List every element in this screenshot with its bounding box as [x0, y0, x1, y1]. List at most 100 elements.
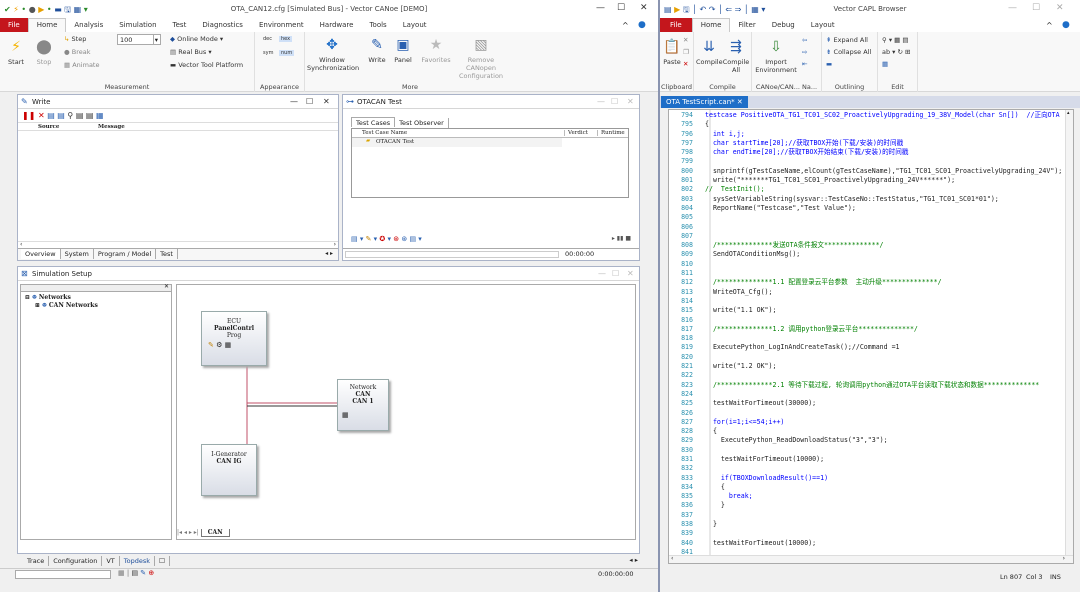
- code-line[interactable]: 795 {: [669, 120, 1065, 129]
- code-line[interactable]: 835 break;: [669, 492, 1065, 501]
- start-button[interactable]: ⚡ Start: [4, 38, 28, 66]
- code-line[interactable]: 823 /**************2.1 等待下载过程, 轮询调用pytho…: [669, 381, 1065, 390]
- otacan-maximize-icon[interactable]: ☐: [611, 95, 618, 109]
- code-line[interactable]: 840 testWaitForTimeout(10000);: [669, 539, 1065, 548]
- tab-diagnostics[interactable]: Diagnostics: [194, 18, 251, 32]
- outline-misc-icon[interactable]: ▬: [826, 60, 832, 68]
- import-env-button[interactable]: ⇩ Import Environment: [754, 38, 798, 74]
- delete-icon[interactable]: ✕: [683, 60, 688, 68]
- code-line[interactable]: 832: [669, 464, 1065, 473]
- minimize-icon[interactable]: —: [596, 3, 605, 13]
- collapse-all-button[interactable]: ⇟ Collapse All: [826, 48, 871, 56]
- splitter[interactable]: [658, 0, 660, 592]
- replace-button[interactable]: ab ▾ ↻ ⊞: [882, 48, 910, 56]
- capl-close-icon[interactable]: ✕: [1056, 3, 1064, 13]
- tree-close-icon[interactable]: ✕: [164, 283, 169, 290]
- capl-tab-filter[interactable]: Filter: [730, 18, 763, 32]
- tab-hardware[interactable]: Hardware: [312, 18, 362, 32]
- code-line[interactable]: 818: [669, 334, 1065, 343]
- window-sync-button[interactable]: ✥ Window Synchronization: [307, 36, 359, 72]
- tab-overview[interactable]: Overview: [21, 249, 61, 259]
- write-minimize-icon[interactable]: —: [290, 95, 298, 109]
- compile-all-button[interactable]: ⇶ Compile All: [722, 38, 750, 74]
- code-line[interactable]: 824: [669, 390, 1065, 399]
- favorites-button[interactable]: ★ Favorites: [419, 36, 453, 64]
- code-line[interactable]: 825 testWaitForTimeout(30000);: [669, 399, 1065, 408]
- stop-button[interactable]: ⬤ Stop: [32, 38, 56, 66]
- write-close-icon[interactable]: ✕: [323, 95, 330, 109]
- nav-mid-icon[interactable]: ⇨: [802, 48, 807, 56]
- col-verdict[interactable]: Verdict: [564, 130, 588, 136]
- code-line[interactable]: 806: [669, 223, 1065, 232]
- capl-tab-home[interactable]: Home: [691, 18, 731, 32]
- tab-analysis[interactable]: Analysis: [66, 18, 111, 32]
- sim-minimize-icon[interactable]: —: [598, 267, 606, 281]
- hex-button[interactable]: hex: [279, 36, 293, 42]
- tree-can-networks[interactable]: ⊞ ꔮ CAN Networks: [21, 302, 171, 310]
- code-line[interactable]: 829 ExecutePython_ReadDownloadStatus("3"…: [669, 436, 1065, 445]
- code-line[interactable]: 837: [669, 511, 1065, 520]
- vscroll[interactable]: ▴: [1065, 110, 1073, 556]
- code-line[interactable]: 828 {: [669, 427, 1065, 436]
- dec-button[interactable]: dec: [263, 36, 272, 42]
- code-line[interactable]: 834 {: [669, 483, 1065, 492]
- code-line[interactable]: 830: [669, 446, 1065, 455]
- tab-new-icon[interactable]: ☐: [155, 556, 170, 566]
- code-line[interactable]: 812 /**************1.1 配置登录云平台参数 主动升级***…: [669, 278, 1065, 287]
- code-line[interactable]: 817 /**************1.2 调用python登录云平台****…: [669, 325, 1065, 334]
- code-line[interactable]: 815 write("1.1 OK");: [669, 306, 1065, 315]
- ecu-block[interactable]: ECU PanelContrl Prog ✎ ⚙ ▦: [201, 311, 267, 366]
- code-line[interactable]: 826: [669, 409, 1065, 418]
- col-test-case-name[interactable]: Test Case Name: [362, 130, 407, 136]
- tab-simulation[interactable]: Simulation: [111, 18, 164, 32]
- tab-test[interactable]: Test: [165, 18, 195, 32]
- nav-back-icon[interactable]: ⇤: [802, 60, 807, 68]
- nav-forward-icon[interactable]: ⇦: [802, 36, 807, 44]
- capl-ribbon-collapse-icon[interactable]: ^: [1046, 21, 1053, 30]
- tab-layout[interactable]: Layout: [395, 18, 435, 32]
- code-editor[interactable]: 794 testcase PositiveOTA_TG1_TC01_SC02_Pr…: [668, 109, 1074, 564]
- write-button[interactable]: ✎ Write: [365, 36, 389, 64]
- code-line[interactable]: 821 write("1.2 OK");: [669, 362, 1065, 371]
- real-bus-button[interactable]: ▤ Real Bus ▾: [170, 48, 212, 56]
- remove-canopen-button[interactable]: ▧ Remove CANopen Configuration: [453, 36, 509, 80]
- copy-icon[interactable]: ❐: [683, 48, 689, 56]
- code-line[interactable]: 814: [669, 297, 1065, 306]
- otacan-nav[interactable]: ▸ ▮▮ ■: [612, 235, 631, 242]
- write-hscroll[interactable]: ‹ ›: [18, 241, 338, 248]
- col-source[interactable]: Source: [38, 124, 59, 130]
- pencil-icon[interactable]: ✎: [208, 341, 214, 349]
- tree-networks[interactable]: ⊟ ꔮ Networks: [21, 294, 171, 302]
- ribbon-collapse-icon[interactable]: ^: [622, 21, 629, 30]
- code-line[interactable]: 800 snprintf(gTestCaseName,elCount(gTest…: [669, 167, 1065, 176]
- code-line[interactable]: 813 WriteOTA_Cfg();: [669, 288, 1065, 297]
- tab-topdesk[interactable]: Topdesk: [120, 556, 156, 566]
- code-line[interactable]: 839: [669, 529, 1065, 538]
- code-line[interactable]: 822: [669, 371, 1065, 380]
- capl-help-icon[interactable]: ●: [1062, 20, 1070, 30]
- maximize-icon[interactable]: ☐: [617, 3, 625, 13]
- code-line[interactable]: 836 }: [669, 501, 1065, 510]
- status-input[interactable]: [15, 570, 111, 579]
- file-tab[interactable]: OTA TestScript.can* ✕: [661, 96, 748, 108]
- vector-tool-platform-button[interactable]: ▬ Vector Tool Platform: [170, 61, 243, 69]
- capl-minimize-icon[interactable]: —: [1008, 3, 1017, 13]
- code-line[interactable]: 831 testWaitForTimeout(10000);: [669, 455, 1065, 464]
- tab-configuration[interactable]: Configuration: [49, 556, 103, 566]
- step-button[interactable]: ↳ Step: [64, 35, 86, 43]
- bottom-tab-scroll[interactable]: ◂ ▸: [629, 556, 638, 564]
- capl-tab-debug[interactable]: Debug: [764, 18, 803, 32]
- file-tab-close-icon[interactable]: ✕: [737, 98, 743, 106]
- save-icon[interactable]: ▤ ▤: [47, 111, 65, 120]
- speed-dropdown[interactable]: 100 ▾: [117, 34, 161, 45]
- col-runtime[interactable]: Runtime: [597, 130, 625, 136]
- code-line[interactable]: 799: [669, 157, 1065, 166]
- tab-test-observer[interactable]: Test Observer: [395, 118, 449, 128]
- paste-button[interactable]: 📋 Paste: [662, 38, 682, 66]
- otacan-close-icon[interactable]: ✕: [627, 95, 634, 109]
- tab-test-cases[interactable]: Test Cases: [351, 117, 396, 127]
- cut-icon[interactable]: ✕: [683, 36, 688, 44]
- animate-button[interactable]: ▦ Animate: [64, 61, 99, 69]
- capl-maximize-icon[interactable]: ☐: [1032, 3, 1040, 13]
- code-line[interactable]: 794 testcase PositiveOTA_TG1_TC01_SC02_Pr…: [669, 111, 1065, 120]
